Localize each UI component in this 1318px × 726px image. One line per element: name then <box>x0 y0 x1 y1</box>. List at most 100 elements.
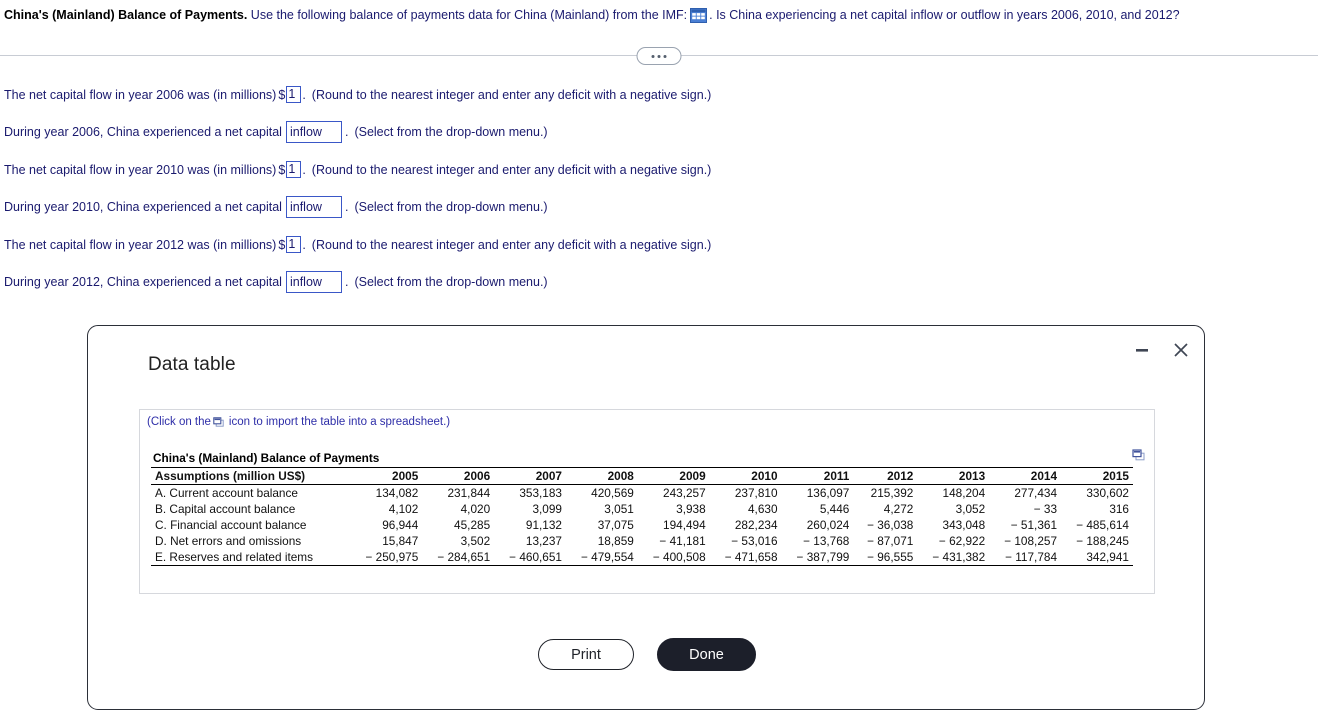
cell: − 51,361 <box>1010 518 1058 532</box>
period: . <box>344 200 349 215</box>
cell: − 471,658 <box>709 549 782 566</box>
minimize-icon[interactable] <box>1131 339 1153 361</box>
handle-dot <box>663 54 667 58</box>
import-note-after: icon to import the table into a spreadsh… <box>228 416 451 428</box>
print-button[interactable]: Print <box>538 639 634 670</box>
row-label-capital-account: B. Capital account balance <box>155 502 296 516</box>
cell: 342,941 <box>1061 549 1133 566</box>
cell: 243,257 <box>663 486 706 500</box>
cell: 134,082 <box>375 486 419 500</box>
column-header-2012: 2012 <box>853 467 918 485</box>
cell: − 431,382 <box>917 549 990 566</box>
cell: 148,204 <box>942 486 986 500</box>
cell: − 33 <box>1033 502 1058 516</box>
question-hint: (Round to the nearest integer and enter … <box>311 87 712 102</box>
cell: 4,102 <box>388 502 419 516</box>
handle-dot <box>651 54 655 58</box>
cell: 260,024 <box>806 518 850 532</box>
question-stem: China's (Mainland) Balance of Payments. … <box>0 0 1318 24</box>
answer-input-2006-flow[interactable] <box>286 86 302 104</box>
data-table-panel: (Click on the icon to import the table i… <box>139 409 1155 594</box>
cell: − 460,651 <box>494 549 566 566</box>
cell: − 284,651 <box>422 549 495 566</box>
currency-symbol: $ <box>278 162 286 177</box>
cell: 3,938 <box>676 502 706 516</box>
table-row: E. Reserves and related items − 250,975 … <box>151 549 1133 566</box>
question-row-2012-flow: The net capital flow in year 2012 was (i… <box>0 226 1318 264</box>
question-prompt: During year 2012, China experienced a ne… <box>4 275 282 290</box>
dropdown-2010-direction[interactable]: inflow <box>285 196 342 219</box>
cell: 18,859 <box>597 534 634 548</box>
dialog-window-controls <box>1131 339 1192 361</box>
dialog-actions: Print Done <box>88 638 1206 671</box>
period: . <box>344 275 349 290</box>
cell: 5,446 <box>819 502 850 516</box>
column-header-2013: 2013 <box>917 467 990 485</box>
question-hint: (Select from the drop-down menu.) <box>354 125 548 140</box>
question-row-2006-direction: During year 2006, China experienced a ne… <box>0 114 1318 152</box>
table-row: D. Net errors and omissions 15,847 3,502… <box>151 533 1133 549</box>
cell: 4,272 <box>883 502 914 516</box>
cell: 353,183 <box>519 486 562 500</box>
column-header-2006: 2006 <box>422 467 495 485</box>
column-header-assumptions: Assumptions (million US$) <box>151 467 351 485</box>
import-note-before: (Click on the <box>147 416 211 428</box>
dropdown-2012-direction[interactable]: inflow <box>285 271 342 294</box>
question-prompt: The net capital flow in year 2006 was (i… <box>4 87 277 102</box>
table-row: C. Financial account balance 96,944 45,2… <box>151 517 1133 533</box>
spreadsheet-icon[interactable] <box>213 417 224 431</box>
question-prompt: The net capital flow in year 2010 was (i… <box>4 162 277 177</box>
cell: 3,502 <box>460 534 491 548</box>
done-button[interactable]: Done <box>657 638 756 671</box>
cell: 3,051 <box>604 502 634 516</box>
question-row-2010-flow: The net capital flow in year 2010 was (i… <box>0 151 1318 189</box>
column-header-2009: 2009 <box>637 467 710 485</box>
dialog-title: Data table <box>148 354 236 375</box>
collapse-handle[interactable] <box>636 47 682 65</box>
question-prompt: During year 2006, China experienced a ne… <box>4 125 282 140</box>
cell: − 13,768 <box>803 534 850 548</box>
cell: − 479,554 <box>565 549 638 566</box>
cell: 13,237 <box>525 534 562 548</box>
cell: − 53,016 <box>731 534 778 548</box>
cell: 136,097 <box>806 486 850 500</box>
cell: 45,285 <box>454 518 491 532</box>
question-hint: (Select from the drop-down menu.) <box>354 200 548 215</box>
cell: − 62,922 <box>938 534 986 548</box>
data-table-dialog: Data table (Click on the icon to import … <box>87 325 1205 710</box>
column-header-2008: 2008 <box>565 467 638 485</box>
column-header-2011: 2011 <box>781 467 854 485</box>
table-grid-icon[interactable] <box>690 8 708 23</box>
table-caption: China's (Mainland) Balance of Payments <box>153 451 380 465</box>
column-header-2007: 2007 <box>494 467 566 485</box>
stem-text-before-icon: Use the following balance of payments da… <box>250 8 688 22</box>
column-header-2005: 2005 <box>350 467 423 485</box>
cell: 3,052 <box>955 502 986 516</box>
answer-input-2012-flow[interactable] <box>286 236 302 254</box>
question-row-2006-flow: The net capital flow in year 2006 was (i… <box>0 76 1318 114</box>
answer-input-2010-flow[interactable] <box>286 161 302 179</box>
cell: 96,944 <box>382 518 419 532</box>
close-icon[interactable] <box>1170 339 1192 361</box>
dropdown-2006-direction[interactable]: inflow <box>285 121 342 144</box>
cell: 343,048 <box>942 518 986 532</box>
cell: − 36,038 <box>867 518 914 532</box>
cell: − 41,181 <box>659 534 706 548</box>
spreadsheet-icon[interactable] <box>1132 449 1145 467</box>
row-label-net-errors: D. Net errors and omissions <box>155 534 302 548</box>
cell: − 250,975 <box>350 549 423 566</box>
cell: − 96,555 <box>853 549 918 566</box>
cell: 231,844 <box>447 486 491 500</box>
cell: − 400,508 <box>637 549 710 566</box>
period: . <box>344 125 349 140</box>
currency-symbol: $ <box>278 237 286 252</box>
question-hint: (Round to the nearest integer and enter … <box>311 162 712 177</box>
balance-of-payments-table: China's (Mainland) Balance of Payments A… <box>151 451 1133 566</box>
cell: − 188,245 <box>1076 534 1129 548</box>
row-label-reserves: E. Reserves and related items <box>151 549 351 566</box>
cell: − 117,784 <box>989 549 1062 566</box>
question-list: The net capital flow in year 2006 was (i… <box>0 76 1318 301</box>
question-prompt: The net capital flow in year 2012 was (i… <box>4 237 277 252</box>
cell: 3,099 <box>532 502 562 516</box>
import-note: (Click on the icon to import the table i… <box>140 410 1154 431</box>
